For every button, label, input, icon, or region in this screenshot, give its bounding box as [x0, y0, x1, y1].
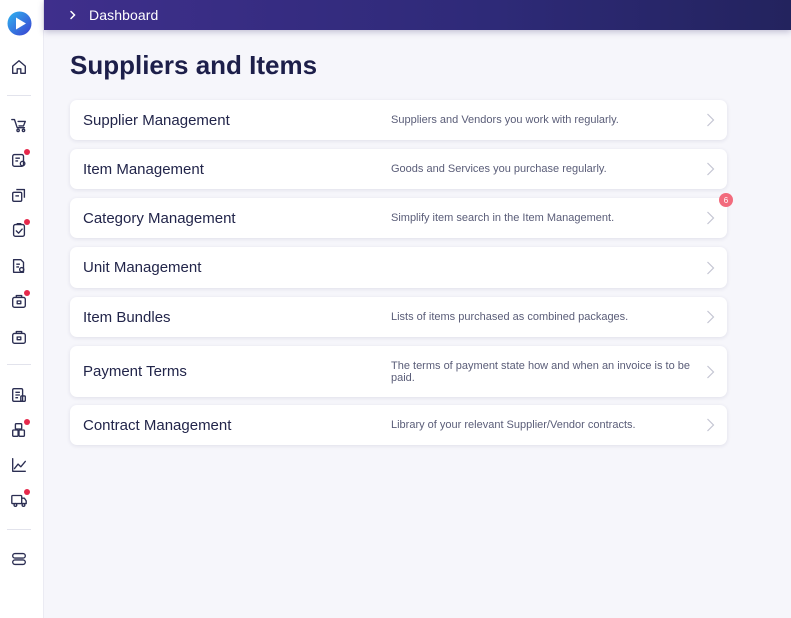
card-description: Simplify item search in the Item Managem… [391, 212, 615, 224]
card-description: Library of your relevant Supplier/Vendor… [391, 419, 636, 431]
notification-dot [24, 489, 30, 495]
invoice-icon[interactable] [9, 256, 29, 276]
notification-dot [24, 219, 30, 225]
card-title: Unit Management [83, 259, 202, 276]
card-title: Supplier Management [83, 111, 230, 129]
accounting-icon[interactable] [9, 385, 29, 405]
notification-dot [24, 149, 30, 155]
analytics-icon[interactable] [9, 455, 29, 475]
sidebar-divider [7, 95, 31, 96]
card-title: Item Management [83, 160, 204, 178]
assets-icon[interactable] [9, 419, 30, 440]
notification-badge: 6 [719, 193, 733, 207]
chevron-right-icon [70, 10, 76, 20]
sidebar-divider [7, 364, 31, 365]
requisition-icon[interactable] [9, 149, 30, 170]
settings-icon[interactable] [9, 549, 29, 569]
card-title: Payment Terms [83, 363, 187, 380]
chevron-right-icon [707, 365, 715, 378]
card-unit-management[interactable]: Unit Management [70, 247, 727, 288]
card-title: Item Bundles [83, 308, 171, 326]
card-description: Lists of items purchased as combined pac… [391, 311, 629, 323]
home-icon[interactable] [9, 57, 29, 77]
card-description: Suppliers and Vendors you work with regu… [391, 114, 619, 126]
page-title: Suppliers and Items [70, 50, 318, 80]
sidebar [0, 0, 44, 618]
chevron-right-icon [707, 113, 715, 127]
top-bar: Dashboard [44, 0, 791, 30]
chevron-right-icon [707, 162, 715, 176]
chevron-right-icon [707, 418, 715, 432]
breadcrumb-dashboard[interactable]: Dashboard [89, 7, 158, 23]
delivery-icon[interactable] [9, 489, 30, 510]
card-description: The terms of payment state how and when … [391, 359, 690, 384]
chevron-right-icon [707, 211, 715, 225]
notification-dot [24, 419, 30, 425]
card-category-management[interactable]: Category Management Simplify item search… [70, 198, 727, 238]
card-description: Goods and Services you purchase regularl… [391, 163, 607, 175]
approvals-icon[interactable] [9, 185, 29, 205]
notification-dot [24, 290, 30, 296]
card-title: Contract Management [83, 416, 232, 434]
inventory-icon[interactable] [9, 327, 29, 347]
card-payment-terms[interactable]: Payment Terms The terms of payment state… [70, 346, 727, 397]
chevron-right-icon [707, 261, 715, 274]
card-item-bundles[interactable]: Item Bundles Lists of items purchased as… [70, 297, 727, 337]
order-check-icon[interactable] [9, 219, 30, 240]
app-logo-icon[interactable] [7, 11, 32, 36]
card-contract-management[interactable]: Contract Management Library of your rele… [70, 405, 727, 445]
receiving-icon[interactable] [9, 290, 30, 311]
card-supplier-management[interactable]: Supplier Management Suppliers and Vendor… [70, 100, 727, 140]
cart-icon[interactable] [9, 115, 29, 135]
card-item-management[interactable]: Item Management Goods and Services you p… [70, 149, 727, 189]
chevron-right-icon [707, 310, 715, 324]
card-title: Category Management [83, 209, 236, 227]
sidebar-divider [7, 529, 31, 530]
